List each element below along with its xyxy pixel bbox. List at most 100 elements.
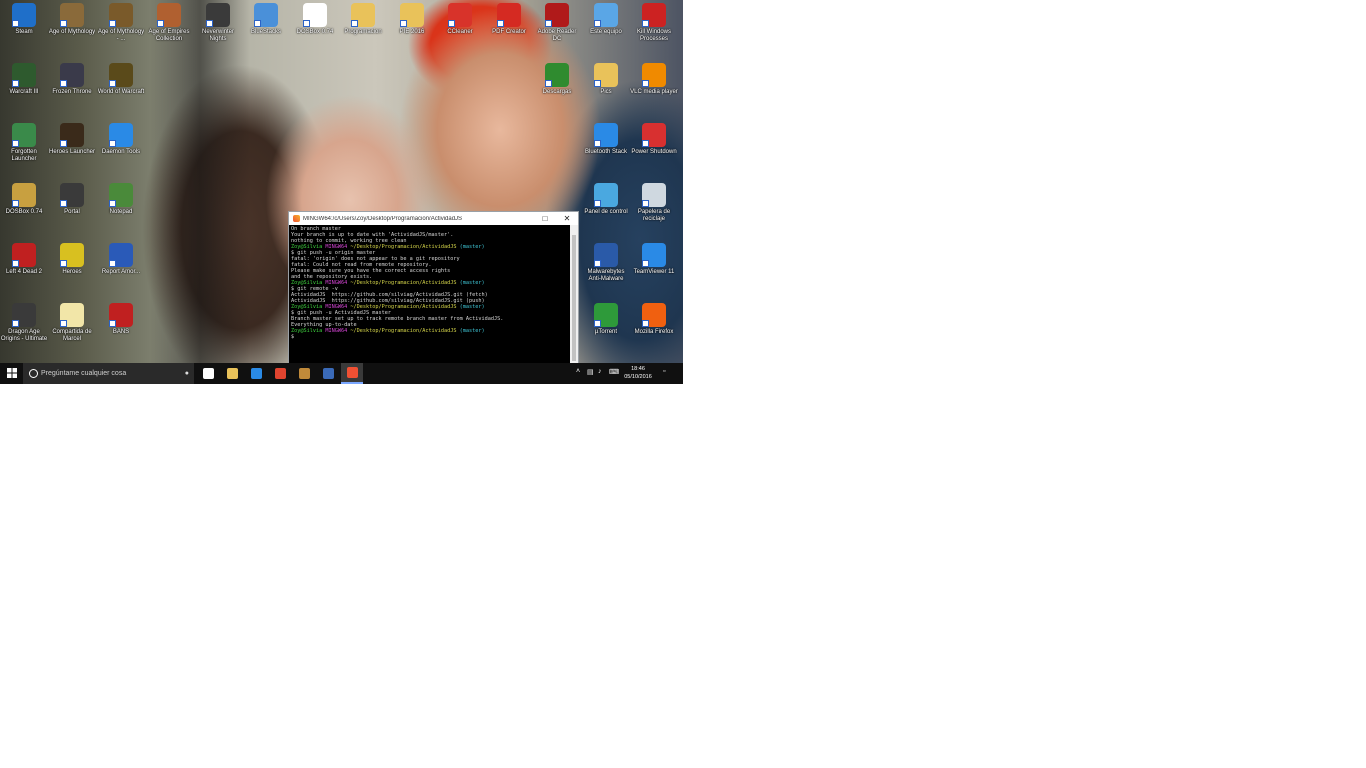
volume-icon[interactable]: ♪ xyxy=(598,368,602,375)
desktop-icon-label: Malwarebytes Anti-Malware xyxy=(587,269,625,282)
pdfcreator-icon xyxy=(497,3,521,27)
file-explorer-button[interactable] xyxy=(221,363,243,384)
desktop-icon-label: Papelera de reciclaje xyxy=(637,209,671,222)
desktop-icon[interactable]: µTorrent xyxy=(582,303,630,336)
frozen-throne-icon xyxy=(60,63,84,87)
chevron-up-icon[interactable]: ˄ xyxy=(576,368,580,375)
system-tray: ˄ ▤ ♪ ⌨ 18:46 05/10/2016 ▫ xyxy=(570,363,683,384)
media-player-button[interactable] xyxy=(293,363,315,384)
portal-icon xyxy=(60,183,84,207)
desktop-icon-label: Este equipo xyxy=(590,29,622,35)
desktop-icon[interactable]: DOSBox 0.74 xyxy=(291,3,339,36)
downloads-globe-icon xyxy=(545,63,569,87)
desktop-icon[interactable]: DOSBox 0.74 xyxy=(0,183,48,216)
left4dead-icon xyxy=(12,243,36,267)
desktop: Steam Age of Mythology Age of Mythology - … xyxy=(0,0,683,384)
desktop-icon[interactable]: Warcraft III xyxy=(0,63,48,96)
malwarebytes-icon xyxy=(594,243,618,267)
windows-logo-icon xyxy=(6,368,17,378)
heroes-icon xyxy=(60,243,84,267)
chrome-button[interactable] xyxy=(269,363,291,384)
window-title: MINGW64:/c/Users/Zoy/Desktop/Programacio… xyxy=(303,215,463,222)
microphone-icon[interactable]: ● xyxy=(185,363,189,384)
world-of-warcraft-icon xyxy=(109,63,133,87)
desktop-icon[interactable]: World of Warcraft xyxy=(97,63,145,96)
clock[interactable]: 18:46 05/10/2016 xyxy=(619,365,657,381)
desktop-icon[interactable]: Report Amor... xyxy=(97,243,145,276)
action-center-icon[interactable]: ▫ xyxy=(663,368,665,375)
store-button[interactable] xyxy=(245,363,267,384)
desktop-icon[interactable]: Heroes xyxy=(48,243,96,276)
git-bash-window[interactable]: MINGW64:/c/Users/Zoy/Desktop/Programacio… xyxy=(288,211,579,370)
git-bash-button[interactable] xyxy=(341,363,363,384)
neverwinter-icon xyxy=(206,3,230,27)
window-titlebar[interactable]: MINGW64:/c/Users/Zoy/Desktop/Programacio… xyxy=(289,212,578,225)
age-of-mythology-titans-icon xyxy=(109,3,133,27)
desktop-icon[interactable]: BlueStacks xyxy=(242,3,290,36)
desktop-icon[interactable]: PDF Creator xyxy=(485,3,533,36)
desktop-icon-label: Mozilla Firefox xyxy=(634,329,674,335)
terminal-output[interactable]: On branch master Your branch is up to dat… xyxy=(289,225,570,369)
desktop-icon[interactable]: Notepad xyxy=(97,183,145,216)
keyboard-icon[interactable]: ⌨ xyxy=(609,368,619,376)
maximize-button[interactable]: □ xyxy=(535,212,555,225)
warcraft-icon xyxy=(12,63,36,87)
control-panel-icon xyxy=(594,183,618,207)
desktop-icon-label: CCleaner xyxy=(447,29,473,35)
desktop-icon-label: Daemon Tools xyxy=(101,149,141,155)
desktop-icon[interactable]: Papelera de reciclaje xyxy=(630,183,678,223)
task-view-button[interactable] xyxy=(197,363,219,384)
terminal-scrollbar[interactable] xyxy=(570,225,578,369)
desktop-icon[interactable]: VLC media player xyxy=(630,63,678,96)
search-box[interactable]: Pregúntame cualquier cosa ● xyxy=(23,363,194,384)
desktop-icon[interactable]: Neverwinter Nights xyxy=(194,3,242,43)
desktop-icon-label: TeamViewer 11 xyxy=(633,269,675,275)
desktop-icon[interactable]: Mozilla Firefox xyxy=(630,303,678,336)
clock-date: 05/10/2016 xyxy=(624,374,652,380)
desktop-icon-label: Adobe Reader DC xyxy=(537,29,577,42)
desktop-icon[interactable]: TeamViewer 11 xyxy=(630,243,678,276)
desktop-icon[interactable]: Age of Mythology - ... xyxy=(97,3,145,43)
desktop-icon[interactable]: Left 4 Dead 2 xyxy=(0,243,48,276)
desktop-icon[interactable]: Portal xyxy=(48,183,96,216)
desktop-icon[interactable]: BANS xyxy=(97,303,145,336)
desktop-icon[interactable]: Programacion xyxy=(339,3,387,36)
desktop-icon[interactable]: Age of Empires Collection xyxy=(145,3,193,43)
desktop-icon[interactable]: Adobe Reader DC xyxy=(533,3,581,43)
desktop-icon[interactable]: Dragon Age Origins - Ultimate xyxy=(0,303,48,343)
desktop-icon[interactable]: Malwarebytes Anti-Malware xyxy=(582,243,630,283)
desktop-icon[interactable]: Power Shutdown xyxy=(630,123,678,156)
desktop-icon[interactable]: Steam xyxy=(0,3,48,36)
desktop-icon-label: PDF Creator xyxy=(492,29,526,35)
desktop-icon-label: Compartida de Marcel xyxy=(52,329,92,342)
desktop-icon[interactable]: Frozen Throne xyxy=(48,63,96,96)
desktop-icon[interactable]: Daemon Tools xyxy=(97,123,145,156)
desktop-icon[interactable]: Este equipo xyxy=(582,3,630,36)
desktop-icon[interactable]: Forgotten Launcher xyxy=(0,123,48,163)
close-button[interactable]: ✕ xyxy=(557,212,577,225)
desktop-icon[interactable]: CCleaner xyxy=(436,3,484,36)
desktop-icon[interactable]: PIE 2016 xyxy=(388,3,436,36)
notepad-icon xyxy=(109,183,133,207)
desktop-icon[interactable]: Pics xyxy=(582,63,630,96)
heroes-launcher-icon xyxy=(60,123,84,147)
desktop-icon[interactable]: Panel de control xyxy=(582,183,630,216)
store-icon xyxy=(250,368,262,379)
start-button[interactable] xyxy=(0,363,23,384)
desktop-icon[interactable]: Age of Mythology xyxy=(48,3,96,36)
utorrent-icon xyxy=(594,303,618,327)
desktop-icon[interactable]: Kill Windows Processes xyxy=(630,3,678,43)
desktop-icon-label: Frozen Throne xyxy=(52,89,92,95)
desktop-icon[interactable]: Bluetooth Stack xyxy=(582,123,630,156)
bans-icon xyxy=(109,303,133,327)
desktop-icon[interactable]: Heroes Launcher xyxy=(48,123,96,156)
scrollbar-thumb[interactable] xyxy=(572,235,576,361)
folder-icon xyxy=(351,3,375,27)
desktop-icon[interactable]: Compartida de Marcel xyxy=(48,303,96,343)
recycle-bin-icon xyxy=(642,183,666,207)
app-button[interactable] xyxy=(317,363,339,384)
git-bash-icon xyxy=(346,367,358,378)
ccleaner-icon xyxy=(448,3,472,27)
desktop-icon[interactable]: Descargas xyxy=(533,63,581,96)
network-icon[interactable]: ▤ xyxy=(587,368,594,376)
